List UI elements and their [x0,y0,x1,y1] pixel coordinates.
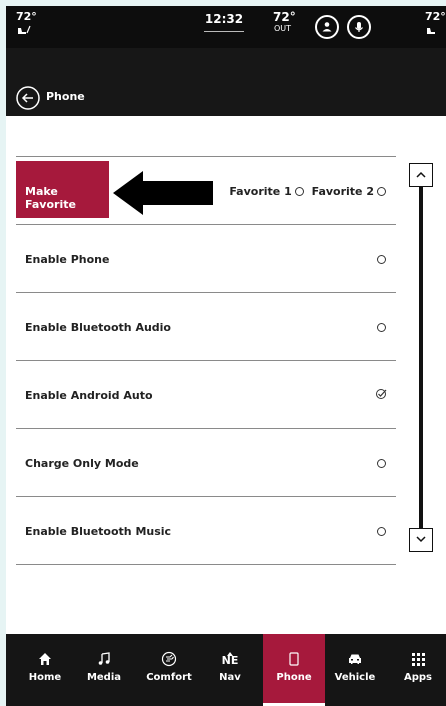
list-item-label: Enable Bluetooth Audio [25,321,171,334]
compass-heading: NE [221,654,239,667]
nav-nav[interactable]: NE Nav [199,634,261,706]
toggle-radio[interactable] [377,255,386,264]
list-item-label: Enable Android Auto [25,389,153,402]
home-icon [14,648,76,670]
back-arrow-icon[interactable] [16,86,40,110]
favorite-1-label: Favorite 1 [229,185,292,198]
nav-phone[interactable]: Phone [263,634,325,706]
list-item[interactable]: Enable Bluetooth Audio [16,292,396,360]
list-item-label: Enable Bluetooth Music [25,525,172,538]
nav-label: Comfort [146,672,192,683]
nav-vehicle[interactable]: Vehicle [324,634,386,706]
list-item-label: Charge Only Mode [25,457,139,470]
heated-seat-icon[interactable] [425,23,439,38]
phone-icon [263,648,325,670]
grid-icon [387,648,446,670]
clock: 12:32 [204,12,244,26]
page-title: Phone [46,90,85,103]
nav-label: Vehicle [334,672,376,683]
pointer-arrow-icon [113,171,213,215]
climate-icon [138,648,200,670]
status-bar: 72° 12:32 72° OUT 72° [6,6,446,48]
driver-temp[interactable]: 72° [16,11,37,23]
heated-seat-icon[interactable] [16,23,32,38]
favorite-2-option[interactable]: Favorite 2 [312,185,386,198]
favorite-2-label: Favorite 2 [311,185,374,198]
toggle-radio[interactable] [377,459,386,468]
phone-settings-list: Make Favorite Favorite 1 Favorite 2 Enab… [16,156,396,565]
voice-mic-icon[interactable] [347,15,371,39]
favorite-1-option[interactable]: Favorite 1 [229,185,304,198]
chevron-down-icon [416,536,426,543]
nav-label: Nav [219,672,241,683]
phone-settings-screen: 72° 12:32 72° OUT 72° Phone Make Favorit… [6,6,446,706]
make-favorite-button[interactable]: Make Favorite [16,161,109,218]
driver-profile-icon[interactable] [315,15,339,39]
nav-home[interactable]: Home [14,634,76,706]
list-item-label: Enable Phone [25,253,110,266]
outside-temp: 72° [273,10,296,24]
car-icon [324,648,386,670]
bottom-nav: Home Media Comfort NE Nav Phone Vehicle … [6,634,446,706]
nav-media[interactable]: Media [73,634,135,706]
nav-apps[interactable]: Apps [387,634,446,706]
favorite-options: Favorite 1 Favorite 2 [225,185,386,198]
scrollbar-track[interactable] [419,187,423,528]
list-item[interactable]: Charge Only Mode [16,428,396,496]
nav-label: Phone [276,672,312,683]
chevron-up-icon [416,171,426,178]
outside-label: OUT [274,24,292,33]
list-item[interactable]: Enable Phone [16,224,396,292]
music-note-icon [73,648,135,670]
clock-underline [204,31,244,32]
toggle-radio[interactable] [377,323,386,332]
scroll-up-button[interactable] [409,163,433,187]
nav-label: Apps [403,672,432,683]
favorite-1-radio[interactable] [294,187,304,196]
nav-label: Home [28,672,62,683]
nav-comfort[interactable]: Comfort [138,634,200,706]
favorite-2-radio[interactable] [377,187,386,196]
nav-label: Media [86,672,122,683]
scroll-down-button[interactable] [409,528,433,552]
passenger-temp[interactable]: 72° [425,11,446,23]
checkmark-icon[interactable] [375,388,387,403]
list-item[interactable]: Enable Android Auto [16,360,396,428]
list-item[interactable]: Enable Bluetooth Music [16,496,396,565]
compass-icon: NE [199,648,261,670]
page-header: Phone [6,48,446,116]
toggle-radio[interactable] [377,527,386,536]
favorite-row: Make Favorite Favorite 1 Favorite 2 [16,156,396,224]
